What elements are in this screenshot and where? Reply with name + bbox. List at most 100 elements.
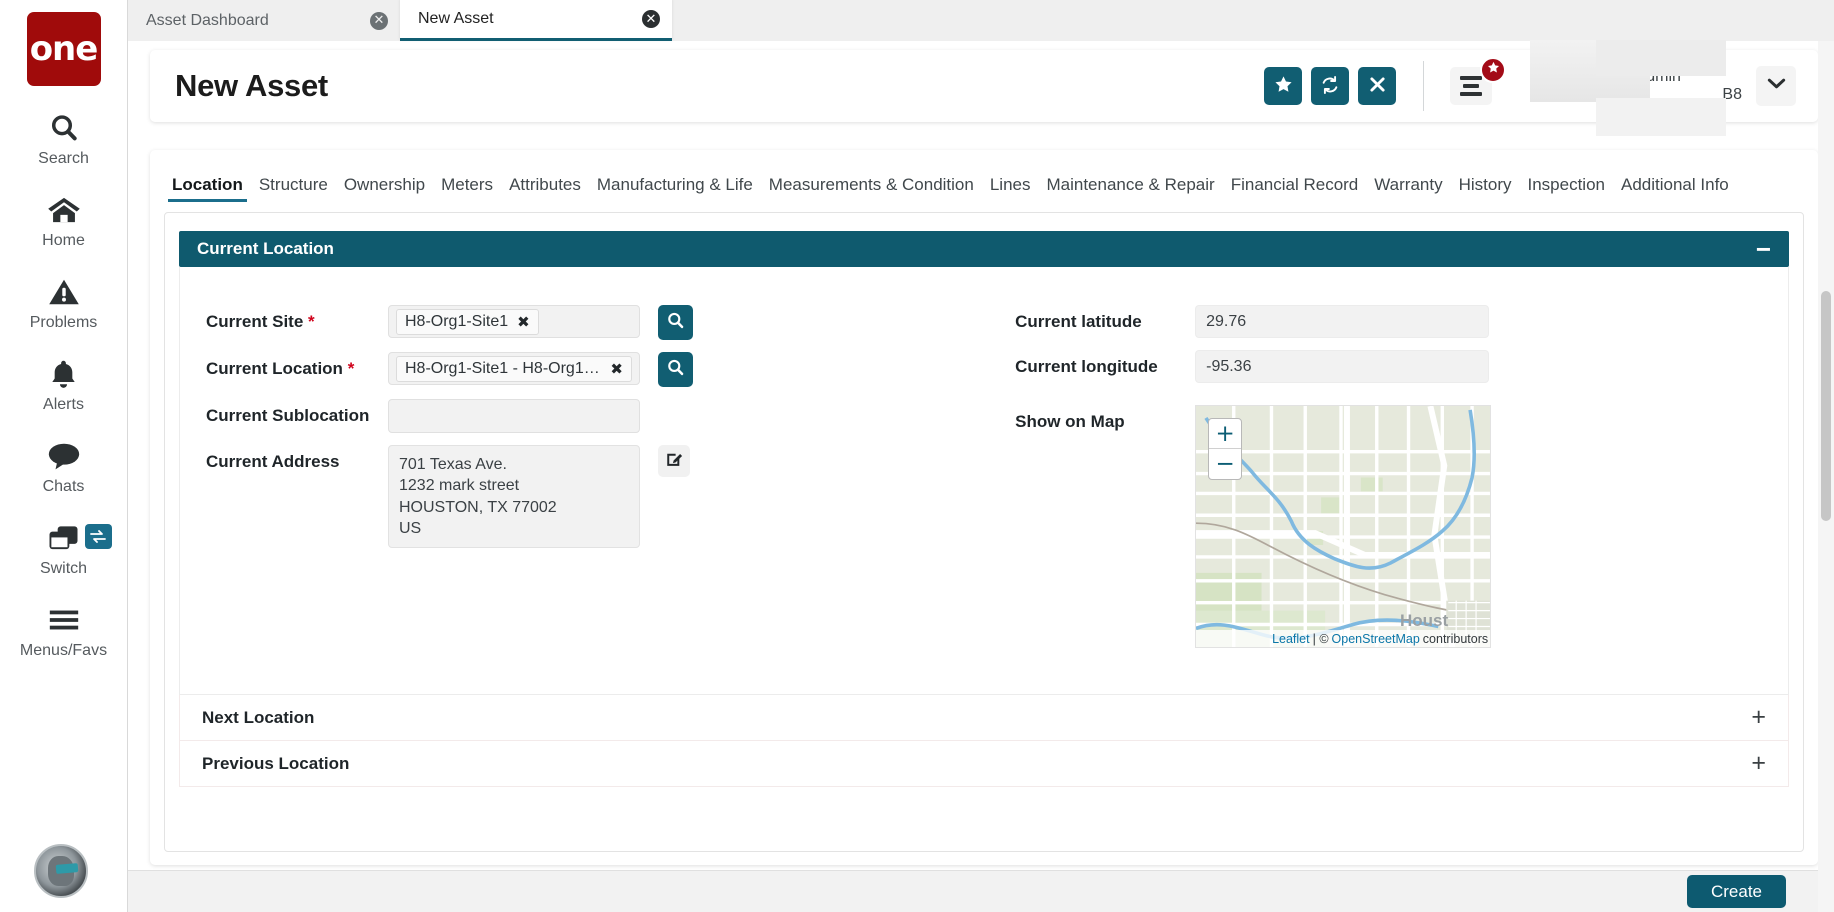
tab-label: Meters	[441, 175, 493, 194]
field-current-longitude: Current longitude -95.36	[1015, 350, 1762, 383]
tab-label: Ownership	[344, 175, 425, 194]
tab-financial-record[interactable]: Financial Record	[1223, 175, 1367, 202]
collapse-icon[interactable]: −	[1756, 236, 1771, 262]
brand-logo[interactable]: one	[27, 12, 101, 86]
tab-ownership[interactable]: Ownership	[336, 175, 433, 202]
header-menu-button[interactable]	[1450, 67, 1492, 105]
current-longitude-input[interactable]: -95.36	[1195, 350, 1489, 383]
current-address-textarea[interactable]: 701 Texas Ave. 1232 mark street HOUSTON,…	[388, 445, 640, 548]
current-location-input[interactable]: H8-Org1-Site1 - H8-Org1-S... ✖	[388, 352, 640, 385]
scrollbar-thumb[interactable]	[1821, 291, 1831, 521]
asset-form-card: Location Structure Ownership Meters Attr…	[150, 150, 1818, 865]
search-icon	[666, 311, 685, 335]
current-site-input[interactable]: H8-Org1-Site1 ✖	[388, 305, 640, 338]
create-button[interactable]: Create	[1687, 875, 1786, 908]
chip-remove-icon[interactable]: ✖	[610, 360, 623, 378]
current-address-edit-button[interactable]	[658, 445, 690, 477]
tab-location[interactable]: Location	[164, 175, 251, 202]
tab-warranty[interactable]: Warranty	[1366, 175, 1450, 202]
tab-label: Manufacturing & Life	[597, 175, 753, 194]
current-site-chip: H8-Org1-Site1 ✖	[396, 309, 539, 335]
browser-tab-asset-dashboard[interactable]: Asset Dashboard ✕	[128, 0, 400, 41]
sidebar-label-alerts: Alerts	[43, 396, 84, 414]
tab-label: Warranty	[1374, 175, 1442, 194]
bell-icon	[49, 354, 78, 394]
user-menu-toggle[interactable]	[1756, 66, 1796, 106]
avatar[interactable]	[34, 844, 88, 898]
close-button[interactable]	[1358, 67, 1396, 105]
close-circle-icon[interactable]: ✕	[370, 12, 388, 30]
sidebar-item-problems[interactable]: Problems	[0, 272, 128, 332]
browser-tab-label: Asset Dashboard	[146, 12, 370, 30]
tab-history[interactable]: History	[1451, 175, 1520, 202]
tab-label: Measurements & Condition	[769, 175, 974, 194]
home-icon	[47, 190, 81, 230]
current-location-search-button[interactable]	[658, 352, 693, 387]
form-footer: Create	[128, 870, 1834, 912]
user-info-block[interactable]: Asset Admin B8	[1592, 68, 1742, 104]
previous-location-panel[interactable]: Previous Location +	[179, 741, 1789, 787]
expand-icon[interactable]: +	[1751, 705, 1766, 730]
sidebar-item-chats[interactable]: Chats	[0, 436, 128, 496]
required-asterisk: *	[348, 359, 355, 378]
expand-icon[interactable]: +	[1751, 751, 1766, 776]
search-icon	[666, 358, 685, 382]
tab-inspection[interactable]: Inspection	[1520, 175, 1614, 202]
tab-meters[interactable]: Meters	[433, 175, 501, 202]
sidebar-item-menus-favs[interactable]: Menus/Favs	[0, 600, 128, 660]
tab-manufacturing-life[interactable]: Manufacturing & Life	[589, 175, 761, 202]
location-left-column: Current Site * H8-Org1-Site1 ✖	[206, 305, 1015, 660]
map-widget[interactable]: Houst + − Leaflet | © OpenStreetMap cont…	[1195, 405, 1491, 648]
current-site-search-button[interactable]	[658, 305, 693, 340]
tab-maintenance-repair[interactable]: Maintenance & Repair	[1038, 175, 1222, 202]
current-sublocation-input[interactable]	[388, 399, 640, 433]
location-panel-scroll: Current Location − Current Site *	[165, 213, 1803, 787]
label-show-on-map: Show on Map	[1015, 405, 1195, 432]
current-location-accordion-header[interactable]: Current Location −	[179, 231, 1789, 267]
map-zoom-in-button[interactable]: +	[1209, 419, 1241, 449]
tab-lines[interactable]: Lines	[982, 175, 1039, 202]
chevron-down-icon	[1767, 77, 1786, 95]
refresh-button[interactable]	[1311, 67, 1349, 105]
star-icon	[1487, 61, 1500, 79]
tab-label: Structure	[259, 175, 328, 194]
openstreetmap-link[interactable]: OpenStreetMap	[1332, 632, 1420, 646]
current-latitude-input[interactable]: 29.76	[1195, 305, 1489, 338]
sidebar-item-home[interactable]: Home	[0, 190, 128, 250]
close-circle-icon[interactable]: ✕	[642, 10, 660, 28]
brand-logo-text: one	[30, 32, 98, 66]
next-location-panel[interactable]: Next Location +	[179, 695, 1789, 741]
sidebar-label-search: Search	[38, 150, 89, 168]
label-current-sublocation: Current Sublocation	[206, 399, 388, 426]
sidebar-item-alerts[interactable]: Alerts	[0, 354, 128, 414]
leaflet-link[interactable]: Leaflet	[1272, 632, 1310, 646]
favorite-button[interactable]	[1264, 67, 1302, 105]
page-scrollbar[interactable]	[1818, 41, 1834, 912]
label-current-latitude: Current latitude	[1015, 305, 1195, 332]
field-current-sublocation: Current Sublocation	[206, 399, 1015, 433]
map-attribution: Leaflet | © OpenStreetMap contributors	[1196, 630, 1490, 647]
sidebar-item-search[interactable]: Search	[0, 108, 128, 168]
tab-label: Attributes	[509, 175, 581, 194]
field-current-address: Current Address 701 Texas Ave. 1232 mark…	[206, 445, 1015, 548]
control-current-site: H8-Org1-Site1 ✖	[388, 305, 693, 340]
attribution-separator: | ©	[1313, 632, 1329, 646]
sidebar-item-switch[interactable]: Switch	[0, 518, 128, 578]
tab-attributes[interactable]: Attributes	[501, 175, 589, 202]
map-zoom-out-button[interactable]: −	[1209, 449, 1241, 479]
tab-label: Additional Info	[1621, 175, 1729, 194]
header-action-group: Asset Admin B8	[1264, 50, 1818, 122]
previous-location-title: Previous Location	[202, 754, 349, 774]
tab-additional-info[interactable]: Additional Info	[1613, 175, 1737, 202]
browser-tab-new-asset[interactable]: New Asset ✕	[400, 0, 672, 41]
x-icon	[1369, 76, 1386, 96]
chip-remove-icon[interactable]: ✖	[517, 313, 530, 331]
tab-structure[interactable]: Structure	[251, 175, 336, 202]
user-id: B8	[1592, 86, 1742, 104]
tab-measurements-condition[interactable]: Measurements & Condition	[761, 175, 982, 202]
field-current-location: Current Location * H8-Org1-Site1 - H8-Or…	[206, 352, 1015, 387]
control-current-sublocation	[388, 399, 640, 433]
swap-arrows-icon[interactable]	[85, 524, 112, 549]
sidebar-label-menus-favs: Menus/Favs	[20, 642, 107, 660]
label-current-longitude: Current longitude	[1015, 350, 1195, 377]
